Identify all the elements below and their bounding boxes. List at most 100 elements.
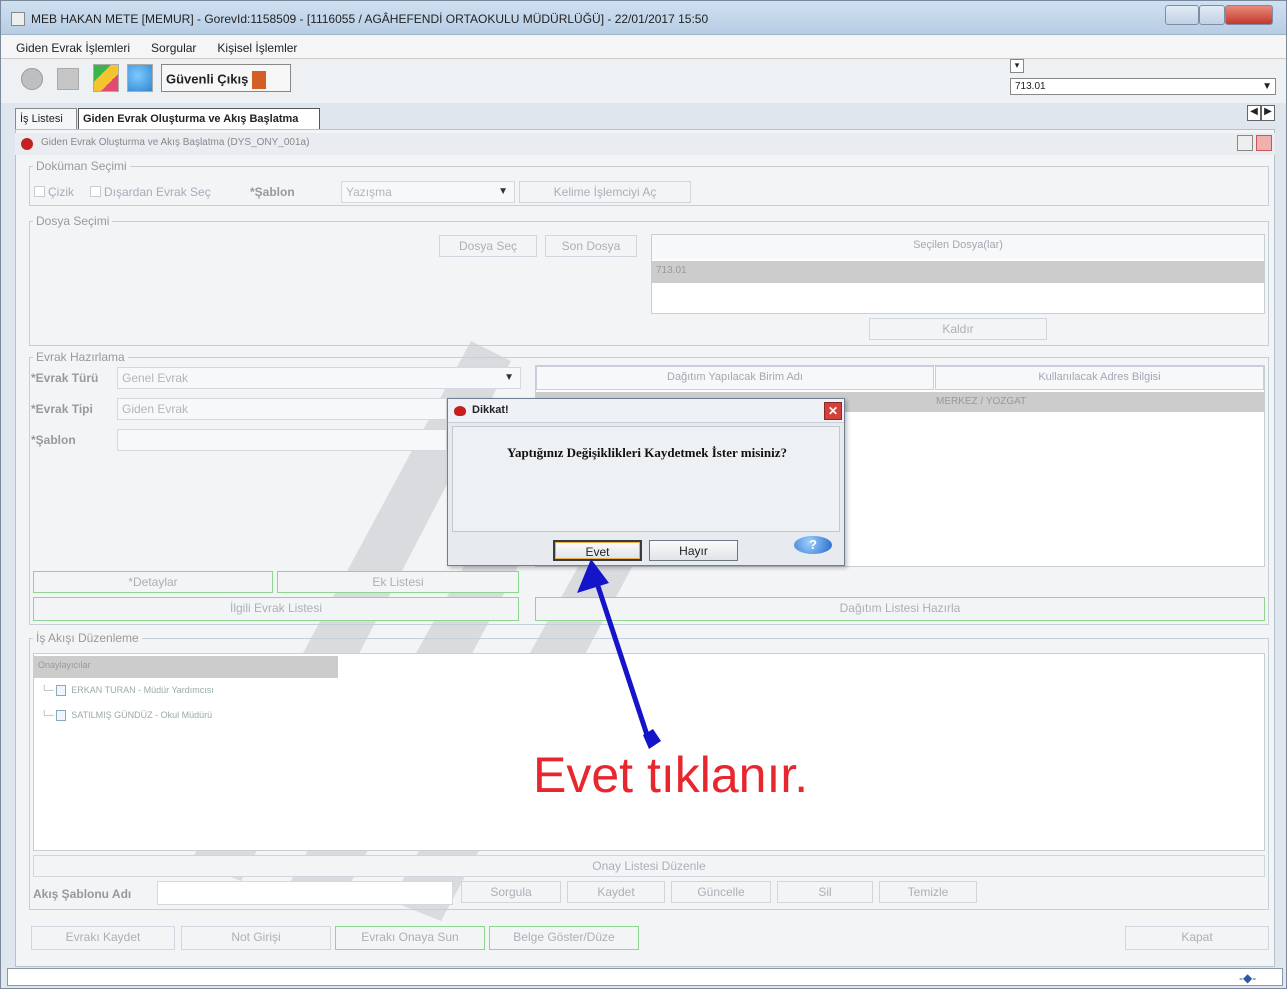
workflow-section-legend: İş Akışı Düzenleme (33, 631, 142, 645)
approvers-header: Onaylayıcılar (34, 656, 338, 678)
combo-toggle-icon[interactable]: ▾ (1010, 59, 1024, 73)
dialog-close-icon[interactable]: ✕ (824, 402, 842, 420)
kaldir-button[interactable]: Kaldır (869, 318, 1047, 340)
evrak-tipi-value: Giden Evrak (122, 402, 189, 416)
evrak-tipi-select[interactable]: Giden Evrak (117, 398, 447, 420)
minimize-icon[interactable] (1165, 5, 1199, 25)
kelime-islemci-button[interactable]: Kelime İşlemciyi Aç (519, 181, 691, 203)
not-girisi-button[interactable]: Not Girişi (181, 926, 331, 950)
safe-exit-label: Güvenli Çıkış (166, 71, 249, 87)
evrak-turu-value: Genel Evrak (122, 371, 189, 385)
dagitim-header: Dağıtım Yapılacak Birim Adı (536, 366, 934, 390)
evrak-section-legend: Evrak Hazırlama (33, 350, 128, 364)
stop-icon[interactable] (57, 68, 79, 90)
sablon-2-text: Şablon (35, 433, 76, 447)
maximize-icon[interactable] (1199, 5, 1225, 25)
tab-label: İş Listesi (20, 113, 63, 125)
onaya-sun-button[interactable]: Evrakı Onaya Sun (335, 926, 485, 950)
unit-combo[interactable]: 713.01 ▼ (1010, 78, 1276, 95)
evrak-tipi-label: *Evrak Tipi (31, 402, 93, 416)
dialog-title-bar: Dikkat! ✕ (448, 399, 844, 423)
sablon-value: Yazışma (346, 185, 392, 199)
dialog-body: Yaptığınız Değişiklikleri Kaydetmek İste… (452, 426, 840, 532)
sablon-label-text: Şablon (254, 185, 295, 199)
application-window: MEB HAKAN METE [MEMUR] - GorevId:1158509… (0, 0, 1287, 989)
sil-button[interactable]: Sil (777, 881, 873, 903)
evrak-turu-label: *Evrak Türü (31, 371, 99, 385)
tab-label: Giden Evrak Oluşturma ve Akış Başlatma (83, 113, 299, 125)
disardan-checkbox[interactable] (90, 186, 101, 197)
menu-bar: Giden Evrak İşlemleri Sorgular Kişisel İşl… (1, 35, 1286, 59)
meb-logo-icon (21, 138, 33, 150)
safe-exit-button[interactable]: Güvenli Çıkış (161, 64, 291, 92)
approver-item[interactable]: └─ SATILMIŞ GÜNDÜZ - Okul Müdürü (41, 710, 212, 722)
sorgula-button[interactable]: Sorgula (461, 881, 561, 903)
selected-file-row[interactable]: 713.01 (652, 261, 1264, 283)
connection-icon: -◆- (1239, 971, 1257, 985)
meb-logo-icon (454, 406, 466, 416)
arrow-shaft (592, 576, 652, 742)
java-app-icon (11, 12, 25, 26)
panel-close-icon[interactable] (1256, 135, 1272, 151)
close-icon[interactable] (1225, 5, 1273, 25)
chevron-left-icon[interactable]: ◀ (1247, 105, 1261, 121)
adres-header: Kullanılacak Adres Bilgisi (935, 366, 1264, 390)
window-title: MEB HAKAN METE [MEMUR] - GorevId:1158509… (31, 12, 709, 26)
temizle-button[interactable]: Temizle (879, 881, 977, 903)
document-icon (56, 710, 67, 722)
approver-name: ERKAN TURAN - Müdür Yardımcısı (71, 685, 214, 695)
dosya-sec-button[interactable]: Dosya Seç (439, 235, 537, 257)
menu-giden-evrak[interactable]: Giden Evrak İşlemleri (16, 41, 130, 55)
son-dosya-button[interactable]: Son Dosya (545, 235, 637, 257)
evrak-turu-text: Evrak Türü (35, 371, 99, 385)
belge-goster-button[interactable]: Belge Göster/Düze (489, 926, 639, 950)
disardan-label: Dışardan Evrak Seç (104, 185, 211, 199)
cizik-checkbox[interactable] (34, 186, 45, 197)
onay-listesi-button[interactable]: Onay Listesi Düzenle (33, 855, 1265, 877)
unit-combo-value: 713.01 (1015, 81, 1046, 92)
file-section-legend: Dosya Seçimi (33, 214, 113, 228)
menu-sorgular[interactable]: Sorgular (151, 41, 196, 55)
title-bar: MEB HAKAN METE [MEMUR] - GorevId:1158509… (1, 1, 1286, 35)
annotation-text: Evet tıklanır. (533, 747, 809, 803)
document-icon (56, 685, 67, 697)
exit-door-icon (252, 71, 267, 89)
akis-sablonu-label: Akış Şablonu Adı (33, 887, 132, 901)
sablon-select[interactable]: Yazışma ▼ (341, 181, 515, 203)
chevron-right-icon[interactable]: ▶ (1261, 105, 1275, 121)
status-bar (7, 968, 1283, 986)
annotation-arrow (577, 559, 661, 749)
chevron-down-icon: ▼ (498, 186, 508, 197)
tab-giden-evrak[interactable]: Giden Evrak Oluşturma ve Akış Başlatma (78, 108, 320, 130)
ek-listesi-button[interactable]: Ek Listesi (277, 571, 519, 593)
detaylar-label: Detaylar (132, 575, 178, 589)
panel-title: Giden Evrak Oluşturma ve Akış Başlatma (… (41, 137, 310, 148)
evrak-turu-select[interactable]: Genel Evrak ▼ (117, 367, 521, 389)
evrak-sablon-select[interactable] (117, 429, 447, 451)
approver-item[interactable]: └─ ERKAN TURAN - Müdür Yardımcısı (41, 685, 214, 697)
chart-icon[interactable] (93, 64, 119, 92)
selected-files-header: Seçilen Dosya(lar) (652, 235, 1264, 259)
adres-value: MERKEZ / YOZGAT (936, 396, 1027, 407)
menu-kisisel[interactable]: Kişisel İşlemler (217, 41, 297, 55)
evraki-kaydet-button[interactable]: Evrakı Kaydet (31, 926, 175, 950)
panel-title-bar: Giden Evrak Oluşturma ve Akış Başlatma (… (15, 133, 1275, 155)
record-icon[interactable] (21, 68, 43, 90)
dialog-title: Dikkat! (472, 404, 509, 416)
akis-sablonu-input[interactable] (157, 881, 453, 905)
kaydet-button[interactable]: Kaydet (567, 881, 665, 903)
detaylar-button[interactable]: *Detaylar (33, 571, 273, 593)
kapat-button[interactable]: Kapat (1125, 926, 1269, 950)
document-section-legend: Doküman Seçimi (33, 159, 130, 173)
arrow-head (577, 559, 609, 593)
sablon-label-2: *Şablon (31, 433, 76, 447)
chat-icon[interactable] (127, 64, 153, 92)
cizik-label: Çizik (48, 185, 74, 199)
tab-is-listesi[interactable]: İş Listesi (15, 108, 77, 130)
restore-icon[interactable] (1237, 135, 1253, 151)
guncelle-button[interactable]: Güncelle (671, 881, 771, 903)
ilgili-evrak-button[interactable]: İlgili Evrak Listesi (33, 597, 519, 621)
dialog-message: Yaptığınız Değişiklikleri Kaydetmek İste… (507, 445, 787, 460)
help-icon[interactable]: ? (794, 536, 832, 554)
chevron-down-icon: ▼ (504, 372, 514, 383)
